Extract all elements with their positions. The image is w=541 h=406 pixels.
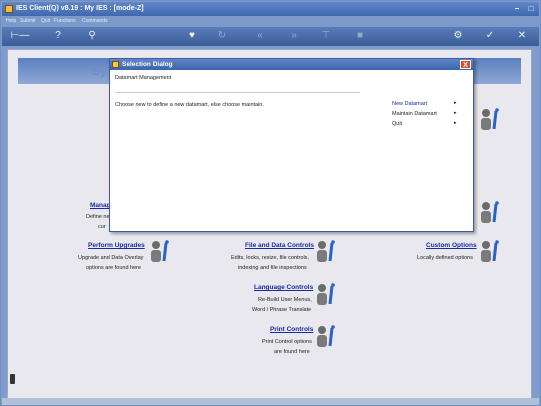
guy-help-icon: [481, 108, 499, 130]
guy-help-icon: [317, 240, 335, 262]
dialog-title: Selection Dialog: [122, 61, 173, 68]
option-maintain-datamart[interactable]: Maintain Datamart: [392, 111, 437, 117]
menu-help[interactable]: Help: [6, 18, 16, 24]
guy-help-icon: [151, 240, 169, 262]
help-icon[interactable]: ?: [52, 30, 64, 42]
dialog-close-button[interactable]: X: [460, 60, 471, 69]
menu-quit[interactable]: Quit: [41, 18, 50, 24]
refresh-icon[interactable]: ↻: [216, 30, 228, 42]
dialog-app-icon: [112, 61, 119, 68]
selection-dialog: Selection Dialog X Datamart Management C…: [109, 58, 474, 232]
minimize-icon[interactable]: –: [512, 4, 522, 13]
guy-help-icon: [481, 240, 499, 262]
section-desc-line: Print Control options: [262, 339, 312, 345]
dialog-title-bar: Selection Dialog X: [110, 59, 473, 70]
window-title: IES Client(Q) v8.19 : My IES : [mode-Z]: [16, 5, 144, 12]
section-title-language-controls[interactable]: Language Controls: [254, 284, 313, 291]
section-desc-line: Re-Build User Menus,: [258, 297, 312, 303]
section-desc-line: indexing and file inspections: [238, 265, 307, 271]
search-icon[interactable]: ⚲: [86, 30, 98, 42]
guy-help-icon: [317, 283, 335, 305]
forward-icon[interactable]: »: [288, 30, 300, 42]
menu-submit[interactable]: Submit: [20, 18, 36, 24]
app-icon: [5, 5, 13, 13]
guy-help-icon: [481, 201, 499, 223]
side-icon: [10, 374, 15, 384]
ok-icon[interactable]: ✓: [484, 30, 496, 42]
chevron-right-icon: ▸: [454, 100, 457, 106]
section-desc-line: Upgrade and Data Overlay: [78, 255, 144, 261]
section-desc-line: are found here: [274, 349, 310, 355]
status-bar: [2, 398, 539, 405]
option-new-datamart[interactable]: New Datamart: [392, 101, 427, 107]
menu-functions[interactable]: Functions: [54, 18, 76, 24]
dialog-prompt: Choose new to define a new datamart, els…: [115, 102, 264, 108]
maximize-icon[interactable]: □: [526, 4, 536, 13]
section-title-perform-upgrades[interactable]: Perform Upgrades: [88, 242, 145, 249]
option-quit[interactable]: Quit: [392, 121, 402, 127]
toolbar: ⊢— ? ⚲ ♥ ↻ « » ⊤ ■ ⚙ ✓ ✕: [2, 27, 539, 46]
chevron-right-icon: ▸: [454, 120, 457, 126]
section-desc-line: Word / Phrase Translate: [252, 307, 312, 313]
section-desc-line: Locally defined options: [417, 255, 473, 261]
dialog-subtitle: Datamart Management: [115, 75, 172, 81]
title-bar: IES Client(Q) v8.19 : My IES : [mode-Z] …: [2, 2, 539, 16]
menu-commands[interactable]: Commands: [82, 18, 108, 24]
favorite-icon[interactable]: ♥: [186, 30, 198, 42]
section-desc-line: cur: [98, 224, 106, 230]
select-icon[interactable]: ⊤: [320, 30, 332, 42]
section-desc-line: Define ne: [86, 214, 110, 220]
section-title-custom-options[interactable]: Custom Options: [426, 242, 477, 249]
divider: [115, 92, 360, 93]
stop-icon[interactable]: ■: [354, 30, 366, 42]
app-window: IES Client(Q) v8.19 : My IES : [mode-Z] …: [0, 0, 541, 406]
chevron-right-icon: ▸: [454, 110, 457, 116]
section-title-file-data-controls[interactable]: File and Data Controls: [245, 242, 314, 249]
banner-text: Sy: [92, 64, 107, 78]
guy-help-icon: [317, 325, 335, 347]
exit-icon[interactable]: ⊢—: [8, 30, 32, 42]
section-title-print-controls[interactable]: Print Controls: [270, 326, 313, 333]
section-desc-line: Edits, locks, resize, file controls,: [231, 255, 309, 261]
cancel-icon[interactable]: ✕: [516, 30, 528, 42]
back-icon[interactable]: «: [254, 30, 266, 42]
section-desc-line: options are found here: [86, 265, 142, 271]
settings-icon[interactable]: ⚙: [452, 30, 464, 42]
menu-bar: Help Submit Quit Functions Commands: [2, 16, 539, 27]
